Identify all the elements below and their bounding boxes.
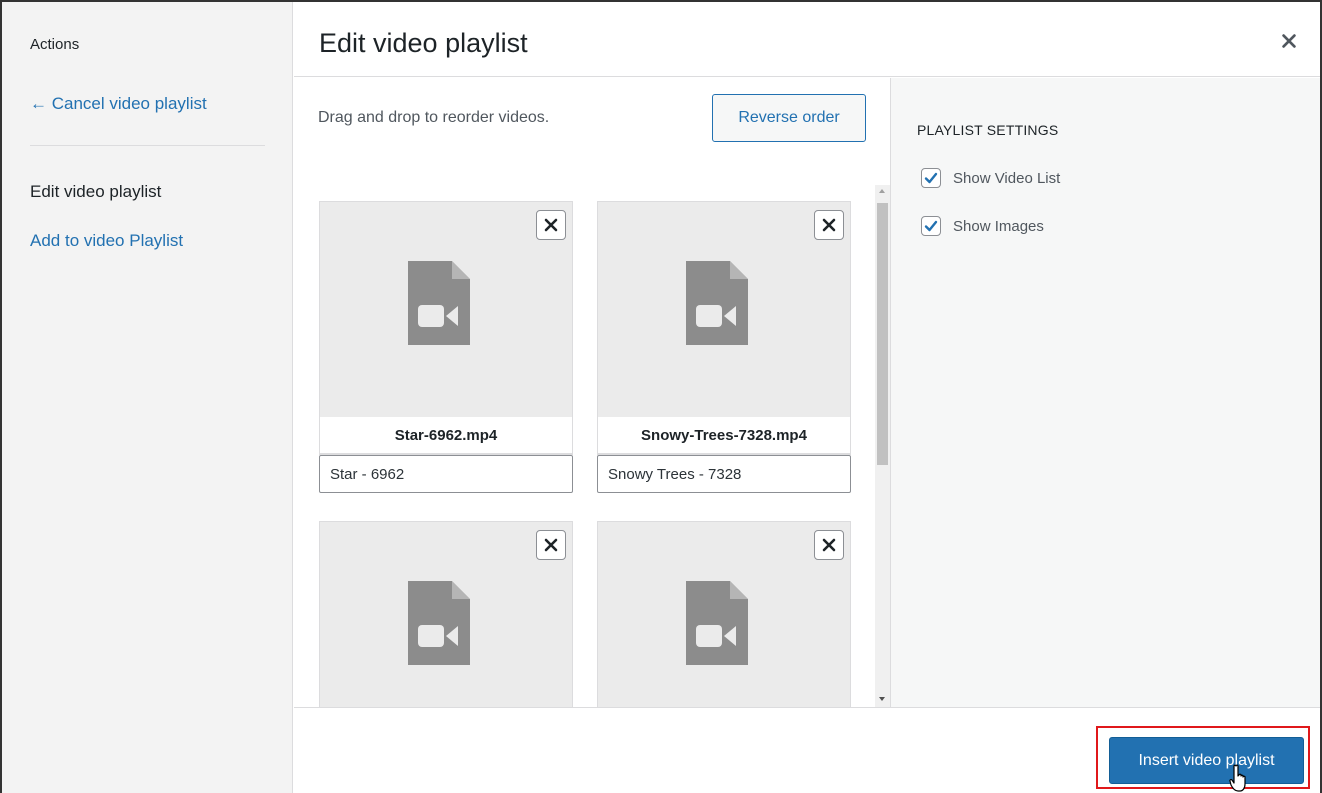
remove-attachment-button[interactable] (536, 530, 566, 560)
video-file-icon (686, 261, 748, 345)
attachment-item[interactable] (319, 521, 573, 708)
attachment-preview[interactable] (597, 201, 851, 417)
media-modal: Actions ← Cancel video playlist Edit vid… (0, 0, 1322, 793)
checkmark-icon (924, 220, 938, 232)
close-icon[interactable] (1280, 32, 1298, 50)
playlist-settings-sidebar: PLAYLIST SETTINGS Show Video List Show I… (890, 78, 1320, 707)
content-scrollbar[interactable] (875, 185, 890, 707)
menu-item-edit-video-playlist[interactable]: Edit video playlist (30, 182, 161, 202)
close-icon (544, 538, 558, 552)
video-file-icon (686, 581, 748, 665)
scrollbar-thumb[interactable] (877, 203, 888, 465)
modal-title-bar: Edit video playlist (294, 2, 1320, 77)
attachment-preview[interactable] (319, 201, 573, 417)
menu-separator (30, 145, 265, 146)
modal-title: Edit video playlist (319, 28, 528, 58)
remove-attachment-button[interactable] (814, 210, 844, 240)
scroll-down-arrow-icon[interactable] (879, 697, 885, 701)
media-menu: Actions ← Cancel video playlist Edit vid… (2, 2, 293, 793)
show-images-label: Show Images (953, 217, 1044, 235)
attachment-item[interactable]: Star-6962.mp4 (319, 201, 573, 493)
show-images-checkbox[interactable] (921, 216, 941, 236)
menu-item-add-to-video-playlist[interactable]: Add to video Playlist (30, 231, 183, 251)
hand-pointer-cursor-icon (1229, 764, 1246, 792)
checkmark-icon (924, 172, 938, 184)
show-video-list-label: Show Video List (953, 169, 1061, 187)
caption-input[interactable] (597, 455, 851, 493)
close-icon (822, 538, 836, 552)
reverse-order-button[interactable]: Reverse order (712, 94, 866, 142)
show-video-list-checkbox[interactable] (921, 168, 941, 188)
close-icon (822, 218, 836, 232)
drag-instructions: Drag and drop to reorder videos. (318, 109, 550, 126)
remove-attachment-button[interactable] (536, 210, 566, 240)
menu-heading: Actions (30, 36, 80, 53)
attachment-item[interactable]: Snowy-Trees-7328.mp4 (597, 201, 851, 493)
modal-toolbar: Insert video playlist (294, 707, 1320, 793)
attachment-filename: Snowy-Trees-7328.mp4 (597, 417, 851, 455)
video-file-icon (408, 261, 470, 345)
video-file-icon (408, 581, 470, 665)
attachment-preview[interactable] (319, 521, 573, 708)
close-icon (544, 218, 558, 232)
show-images-setting[interactable]: Show Images (921, 216, 1044, 236)
insert-video-playlist-button[interactable]: Insert video playlist (1109, 737, 1304, 784)
playlist-settings-heading: PLAYLIST SETTINGS (917, 122, 1059, 138)
show-video-list-setting[interactable]: Show Video List (921, 168, 1060, 188)
playlist-content: Drag and drop to reorder videos. Reverse… (294, 78, 890, 708)
attachment-filename: Star-6962.mp4 (319, 417, 573, 455)
attachment-item[interactable] (597, 521, 851, 708)
cancel-video-playlist-link[interactable]: ← Cancel video playlist (30, 94, 207, 114)
remove-attachment-button[interactable] (814, 530, 844, 560)
attachment-preview[interactable] (597, 521, 851, 708)
caption-input[interactable] (319, 455, 573, 493)
attachments-grid: Star-6962.mp4 Snowy-T (294, 198, 874, 708)
scroll-up-arrow-icon[interactable] (879, 189, 885, 193)
